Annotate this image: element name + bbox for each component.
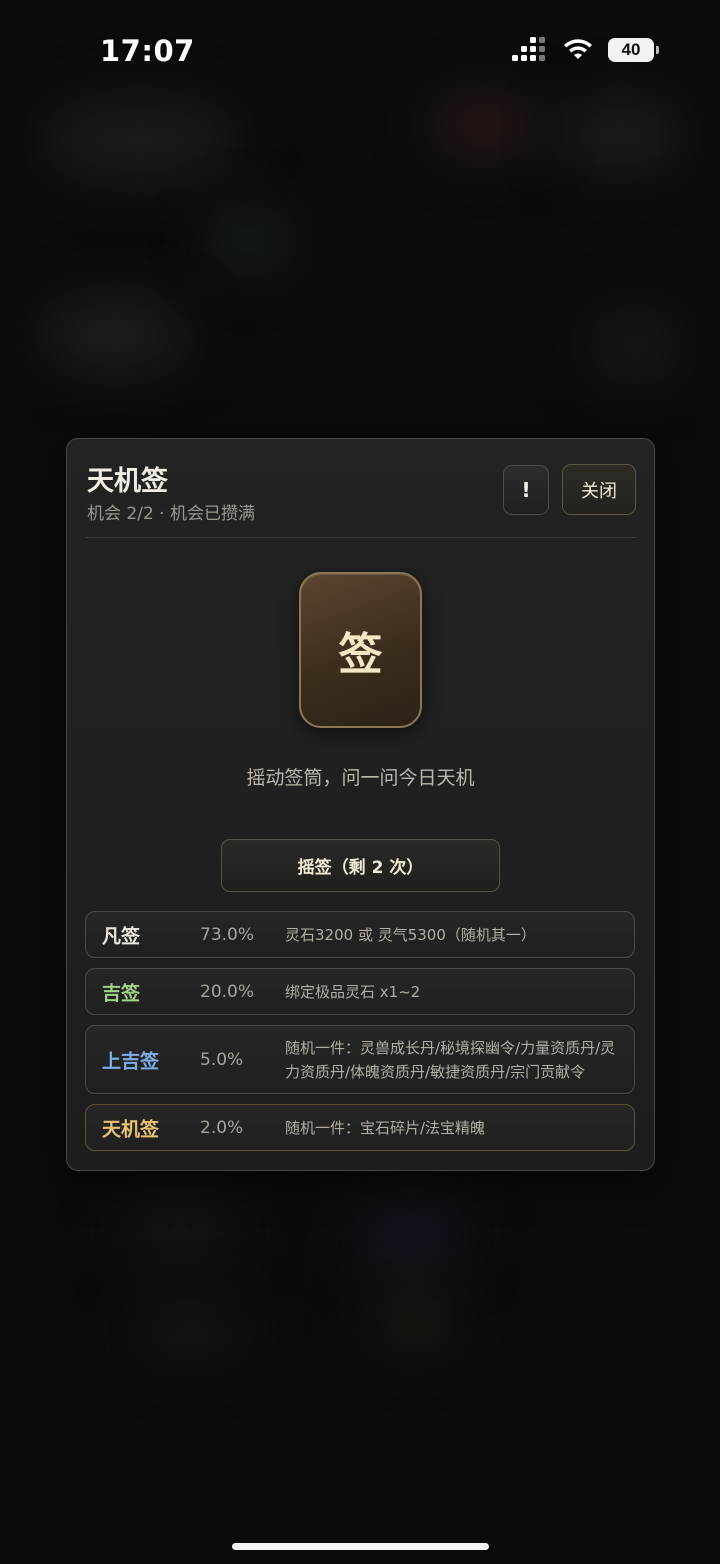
background-blur (40, 100, 240, 180)
tier-probability: 2.0% (200, 1117, 244, 1138)
battery-icon: 40 (608, 38, 659, 62)
probability-row: 吉签 20.0% 绑定极品灵石 x1~2 (85, 968, 635, 1015)
probability-row: 凡签 73.0% 灵石3200 或 灵气5300（随机其一） (85, 911, 635, 958)
tier-name: 上吉签 (102, 1050, 160, 1072)
background-blur (210, 210, 290, 270)
tier-probability: 5.0% (200, 1049, 244, 1070)
battery-level: 40 (621, 40, 641, 59)
screen: 17:07 40 天机签 机会 2/2 · 机会已攒满 ! 关闭 签 摇动签筒，… (0, 0, 720, 1564)
tier-name: 天机签 (102, 1118, 160, 1140)
fortune-stick-card[interactable]: 签 (299, 572, 422, 728)
background-blur (350, 1200, 470, 1270)
background-blur (560, 100, 680, 170)
background-blur (430, 95, 540, 155)
wifi-icon (564, 39, 592, 59)
home-indicator[interactable] (232, 1543, 489, 1550)
background-blur (370, 1290, 460, 1350)
fortune-panel: 天机签 机会 2/2 · 机会已攒满 ! 关闭 签 摇动签筒，问一问今日天机 摇… (66, 438, 655, 1171)
probability-row: 上吉签 5.0% 随机一件：灵兽成长丹/秘境探幽令/力量资质丹/灵力资质丹/体魄… (85, 1025, 635, 1094)
close-button[interactable]: 关闭 (562, 464, 636, 515)
status-time: 17:07 (100, 34, 195, 68)
tier-name: 吉签 (102, 982, 141, 1004)
tier-reward: 随机一件：灵兽成长丹/秘境探幽令/力量资质丹/灵力资质丹/体魄资质丹/敏捷资质丹… (285, 1038, 616, 1081)
panel-title: 天机签 (87, 466, 168, 497)
signal-icon (512, 37, 548, 61)
tier-probability: 73.0% (200, 924, 255, 945)
card-char: 签 (338, 629, 383, 680)
tier-name: 凡签 (102, 925, 141, 947)
tier-probability: 20.0% (200, 981, 255, 1002)
chance-status: 机会 2/2 · 机会已攒满 (87, 504, 255, 524)
background-blur (130, 1300, 250, 1360)
hint-text: 摇动签筒，问一问今日天机 (246, 767, 475, 789)
status-icons: 40 (512, 37, 659, 62)
draw-lot-button[interactable]: 摇签（剩 2 次） (221, 839, 500, 892)
tier-reward: 随机一件：宝石碎片/法宝精魄 (285, 1118, 486, 1137)
probability-row: 天机签 2.0% 随机一件：宝石碎片/法宝精魄 (85, 1104, 635, 1151)
info-button[interactable]: ! (503, 465, 549, 515)
background-blur (590, 310, 680, 380)
background-blur (40, 300, 190, 370)
background-blur (120, 1190, 240, 1270)
tier-reward: 绑定极品灵石 x1~2 (285, 982, 421, 1001)
tier-reward: 灵石3200 或 灵气5300（随机其一） (285, 925, 536, 944)
divider (85, 537, 636, 538)
